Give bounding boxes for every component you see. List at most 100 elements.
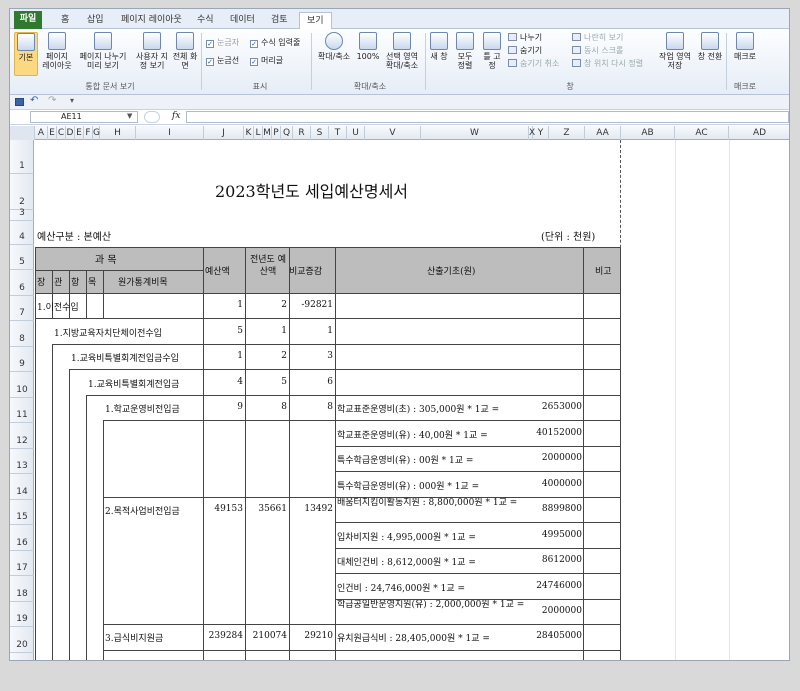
col-header[interactable]: E	[75, 126, 84, 140]
synchronous-scrolling-button[interactable]: 동시 스크롤	[572, 45, 623, 56]
reset-window-position-button[interactable]: 창 위치 다시 정렬	[572, 58, 643, 69]
row-header[interactable]: 11	[10, 398, 34, 423]
row-header[interactable]: 13	[10, 449, 34, 474]
col-header[interactable]: E	[48, 126, 57, 140]
row-header[interactable]: 20	[10, 627, 34, 653]
row-header[interactable]: 5	[10, 245, 34, 270]
header-prev-budget: 전년도 예산액	[250, 255, 286, 277]
save-workspace-button[interactable]: 작업 영역 저장	[658, 32, 692, 70]
zoom-100-button[interactable]: 100%	[356, 32, 380, 61]
tab-home[interactable]: 홈	[54, 12, 76, 29]
tab-insert[interactable]: 삽입	[80, 12, 111, 29]
view-side-by-side-button[interactable]: 나란히 보기	[572, 32, 623, 43]
row-header[interactable]: 18	[10, 576, 34, 602]
row-header[interactable]: 2	[10, 174, 34, 210]
zoom-selection-icon	[393, 32, 411, 50]
row-header[interactable]: 16	[10, 525, 34, 551]
row-header[interactable]: 6	[10, 270, 34, 296]
row-header[interactable]: 7	[10, 296, 34, 321]
basis-amount: 4995000	[541, 530, 582, 540]
tab-page-layout[interactable]: 페이지 레이아웃	[114, 12, 189, 29]
tab-view[interactable]: 보기	[299, 12, 332, 30]
col-header[interactable]: K	[244, 126, 254, 140]
header-wonga: 원가통계비목	[118, 278, 168, 288]
row-header[interactable]: 4	[10, 221, 34, 245]
unhide-button[interactable]: 숨기기 취소	[508, 58, 559, 69]
row-header[interactable]: 19	[10, 602, 34, 627]
col-header[interactable]: Z	[549, 126, 585, 140]
col-header[interactable]: W	[421, 126, 529, 140]
gridlines-checkbox[interactable]: ✓ 눈금선	[206, 55, 239, 66]
col-header[interactable]: T	[329, 126, 347, 140]
col-header[interactable]: I	[136, 126, 204, 140]
insert-function-icon[interactable]: fx	[172, 111, 180, 121]
col-header[interactable]: M	[263, 126, 272, 140]
split-button[interactable]: 나누기	[508, 32, 542, 43]
row-header[interactable]: 15	[10, 500, 34, 525]
custom-views-button[interactable]: 사용자 지정 보기	[134, 32, 170, 70]
customize-qat-icon[interactable]: ▾	[70, 96, 74, 105]
col-header[interactable]: R	[293, 126, 311, 140]
freeze-panes-button[interactable]: 틀 고정	[480, 32, 504, 70]
headings-checkbox[interactable]: ✓ 머리글	[250, 55, 283, 66]
ruler-checkbox[interactable]: ✓ 눈금자	[206, 37, 239, 48]
hide-button[interactable]: 숨기기	[508, 45, 542, 56]
row-headers: 1 2 3 4 5 6 7 8 9 10 11 12 13 14 15 16 1…	[10, 140, 34, 660]
budget-category: 예산구분 : 본예산	[37, 232, 112, 243]
formula-input[interactable]	[186, 111, 789, 123]
col-header[interactable]: G	[93, 126, 100, 140]
tab-file[interactable]: 파일	[14, 11, 42, 29]
tab-formulas[interactable]: 수식	[190, 12, 221, 29]
col-header[interactable]: C	[57, 126, 66, 140]
arrange-all-button[interactable]: 모두 정렬	[454, 32, 476, 70]
row-header[interactable]: 8	[10, 321, 34, 347]
col-header[interactable]: AD	[729, 126, 789, 140]
col-header[interactable]: J	[204, 126, 244, 140]
normal-view-button[interactable]: 기본	[14, 32, 38, 76]
select-all-corner[interactable]	[10, 126, 35, 140]
basis-text: 입차비지원 : 4,995,000원 * 1교 =	[337, 533, 476, 543]
col-header[interactable]: P	[272, 126, 281, 140]
col-header[interactable]: S	[311, 126, 329, 140]
row-header[interactable]: 3	[10, 208, 34, 221]
macros-button[interactable]: 매크로	[730, 32, 760, 61]
row-header[interactable]: 12	[10, 423, 34, 449]
table-line	[35, 318, 620, 319]
col-header[interactable]: AC	[675, 126, 729, 140]
name-box[interactable]: AE11	[30, 111, 138, 123]
table-line	[620, 247, 621, 660]
formula-bar-checkbox[interactable]: ✓ 수식 입력줄	[250, 37, 300, 48]
sheet-area[interactable]: 2023학년도 세입예산명세서 예산구분 : 본예산 (단위 : 천원) 과 목…	[35, 140, 789, 660]
row-header[interactable]: 10	[10, 372, 34, 398]
col-header[interactable]: V	[365, 126, 421, 140]
page-layout-view-button[interactable]: 페이지 레이아웃	[42, 32, 72, 70]
new-window-button[interactable]: 새 창	[428, 32, 450, 61]
redo-icon[interactable]: ↷	[48, 95, 56, 106]
col-header[interactable]: Q	[281, 126, 293, 140]
col-header[interactable]: AA	[585, 126, 621, 140]
row-header[interactable]: 17	[10, 551, 34, 576]
row-header[interactable]: 1	[10, 140, 34, 174]
col-header[interactable]: Y	[533, 126, 549, 140]
col-header[interactable]: AB	[621, 126, 675, 140]
col-header[interactable]: A	[35, 126, 48, 140]
worksheet-grid[interactable]: A E C D E F G H I J K L M P Q R S T U V …	[10, 126, 789, 660]
col-header[interactable]: U	[347, 126, 365, 140]
undo-icon[interactable]: ↶	[30, 95, 38, 106]
page-break-preview-button[interactable]: 페이지 나누기 미리 보기	[76, 32, 130, 70]
switch-windows-button[interactable]: 창 전환	[696, 32, 724, 61]
col-header[interactable]: F	[84, 126, 93, 140]
tab-review[interactable]: 검토	[264, 12, 295, 29]
row-header[interactable]: 14	[10, 474, 34, 500]
col-header[interactable]: D	[66, 126, 75, 140]
zoom-button[interactable]: 확대/축소	[314, 32, 354, 61]
col-header[interactable]: L	[254, 126, 263, 140]
save-icon[interactable]	[15, 98, 24, 106]
row-header[interactable]: 9	[10, 347, 34, 372]
col-header[interactable]: H	[100, 126, 136, 140]
full-screen-button[interactable]: 전체 화면	[172, 32, 198, 70]
name-box-dropdown-icon[interactable]: ▼	[127, 112, 132, 120]
tab-data[interactable]: 데이터	[223, 12, 262, 29]
zoom-to-selection-button[interactable]: 선택 영역 확대/축소	[382, 32, 422, 70]
table-line	[35, 293, 620, 294]
